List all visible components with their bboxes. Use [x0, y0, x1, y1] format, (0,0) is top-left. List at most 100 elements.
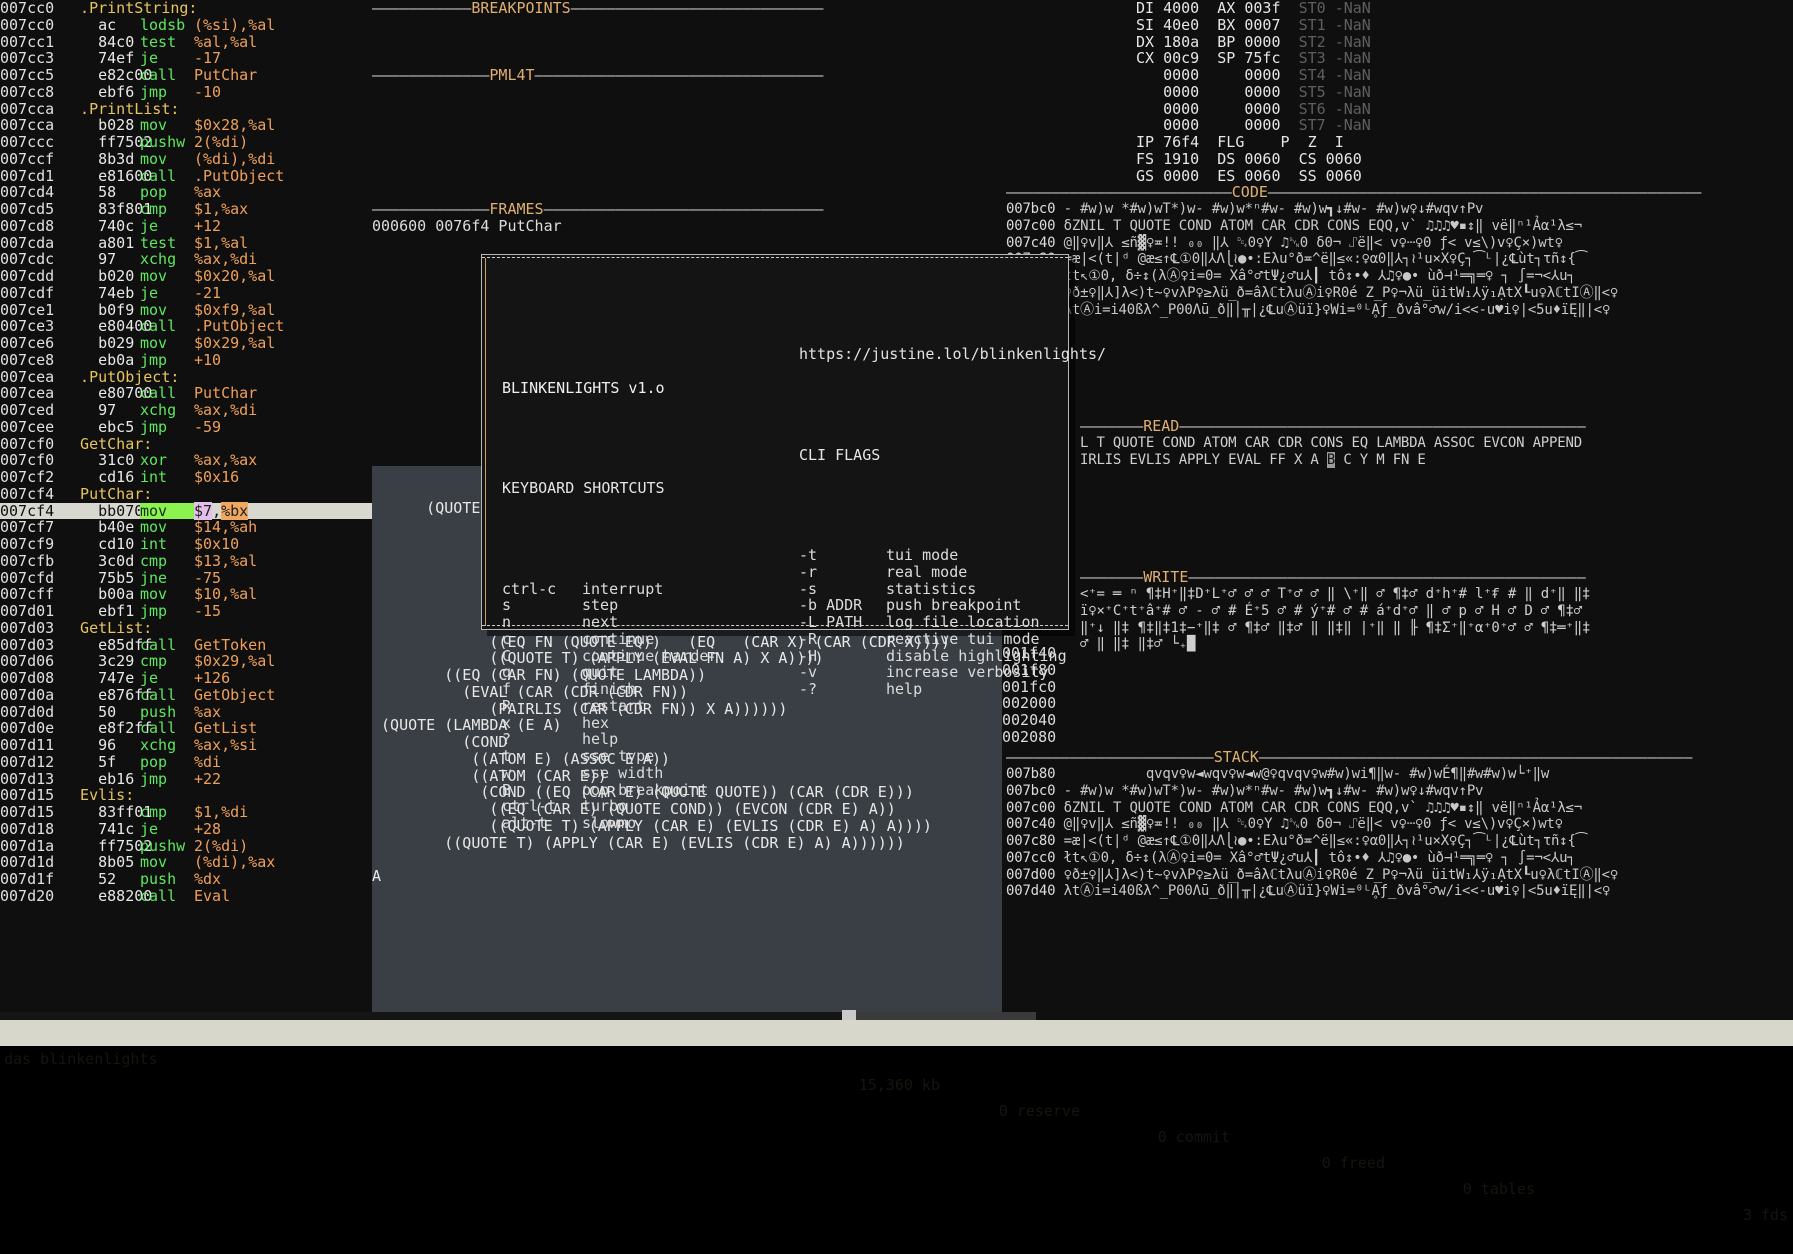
frames-label: FRAMES	[489, 200, 543, 218]
disasm-line[interactable]: 007d20 e88200callEval	[0, 888, 372, 905]
help-flag-name: -s	[799, 581, 886, 598]
register-row: 0000 0000 ST5 -NaN	[1006, 84, 1371, 101]
disasm-line[interactable]: 007d12 5fpop%di	[0, 754, 372, 771]
disasm-current-line[interactable]: 007cf4 bb0700mov$7,%bx	[0, 503, 372, 520]
disasm-line[interactable]: 007d03 e85dffcallGetToken	[0, 637, 372, 654]
memory-row: IRLIS EVLIS APPLY EVAL FF X A B C Y M FN…	[1080, 452, 1582, 469]
read-divider: ———————READ—————————————————————————————…	[1080, 418, 1586, 435]
disasm-line[interactable]: 007cd5 83f801cmp$1,%ax	[0, 201, 372, 218]
disasm-label-line[interactable]: 007cea .PutObject:	[0, 369, 372, 386]
help-shortcut-key: ctrl-t	[502, 798, 582, 815]
memory-row: 007c00 δZNIL T QUOTE COND ATOM CAR CDR C…	[1006, 800, 1618, 817]
disasm-label-line[interactable]: 007d03 GetList:	[0, 620, 372, 637]
disasm-line[interactable]: 007d18 741cje+28	[0, 821, 372, 838]
help-flag-row: -?help	[799, 681, 1106, 698]
help-flags-list: -ttui mode-rreal mode-sstatistics-b ADDR…	[799, 547, 1106, 698]
disasm-line[interactable]: 007d11 96xchg%ax,%si	[0, 737, 372, 754]
disasm-line[interactable]: 007cf2 cd16int$0x16	[0, 469, 372, 486]
breakpoints-divider: ———————————BREAKPOINTS——————————————————…	[372, 0, 824, 17]
disasm-scroll-trough[interactable]	[0, 1012, 845, 1020]
disasm-line[interactable]: 007ce1 b0f9mov$0xf9,%al	[0, 302, 372, 319]
help-shortcut-row: ctrl-tturbo	[502, 798, 1060, 815]
disasm-line[interactable]: 007ce3 e80400call.PutObject	[0, 318, 372, 335]
mid-scroll-trough[interactable]	[856, 1012, 1036, 1020]
help-url[interactable]: https://justine.lol/blinkenlights/	[799, 346, 1106, 363]
disasm-label-line[interactable]: 007cf4 PutChar:	[0, 486, 372, 503]
disasm-line[interactable]: 007ce6 b029mov$0x29,%al	[0, 335, 372, 352]
help-shortcut-desc: slowmo	[582, 814, 636, 832]
disasm-line[interactable]: 007cd1 e81600call.PutObject	[0, 168, 372, 185]
disasm-line[interactable]: 007d1a ff7502pushw2(%di)	[0, 838, 372, 855]
segment-register-row: GS 0000 ES 0060 SS 0060	[1006, 168, 1371, 185]
register-row-ip: IP 76f4 FLG P Z I	[1006, 134, 1371, 151]
disasm-line[interactable]: 007cd4 58pop%ax	[0, 184, 372, 201]
disasm-line[interactable]: 007ce8 eb0ajmp+10	[0, 352, 372, 369]
disasm-line[interactable]: 007cdf 74ebje-21	[0, 285, 372, 302]
disasm-line[interactable]: 007cdd b020mov$0x20,%al	[0, 268, 372, 285]
memory-row: ♂ ‖ ‖‡ ‖‡♂ └₊█	[1080, 636, 1590, 653]
disasm-line[interactable]: 007cee ebc5jmp-59	[0, 419, 372, 436]
disasm-line[interactable]: 007cfb 3c0dcmp$13,%al	[0, 553, 372, 570]
register-row: DI 4000 AX 003f ST0 -NaN	[1006, 0, 1371, 17]
disasm-line[interactable]: 007d15 83ff01cmp$1,%di	[0, 804, 372, 821]
memory-row: 007bc0 - #w)w *#w)wT*)w- #w)w*ⁿ#w- #w)w┓…	[1006, 783, 1618, 800]
disasm-line[interactable]: 007d08 747eje+126	[0, 670, 372, 687]
help-flags-heading: CLI FLAGS	[799, 447, 1106, 464]
disasm-line[interactable]: 007d0a e876ffcallGetObject	[0, 687, 372, 704]
disasm-line[interactable]: 007d13 eb16jmp+22	[0, 771, 372, 788]
help-flag-desc: tui mode	[886, 546, 958, 564]
disasm-line[interactable]: 007d1f 52push%dx	[0, 871, 372, 888]
help-flag-row: -rreal mode	[799, 564, 1106, 581]
help-shortcut-row: tsse type	[502, 748, 1060, 765]
help-flag-row: -Hdisable highlighting	[799, 648, 1106, 665]
disasm-line[interactable]: 007cda a801test$1,%al	[0, 235, 372, 252]
register-row: CX 00c9 SP 75fc ST3 -NaN	[1006, 50, 1371, 67]
disasm-line[interactable]: 007cc8 ebf6jmp-10	[0, 84, 372, 101]
memory-row: 007d40 λtⒶi=i40ßλ^_P00Λū_ð‖│╥|¿℄uⒶüï}♀W…	[1006, 883, 1618, 900]
disasm-label-line[interactable]: 007cf0 GetChar:	[0, 436, 372, 453]
disasm-line[interactable]: 007d0d 50push%ax	[0, 704, 372, 721]
disasm-line[interactable]: 007d0e e8f2ffcallGetList	[0, 720, 372, 737]
disasm-line[interactable]: 007d01 ebf1jmp-15	[0, 603, 372, 620]
disasm-line[interactable]: 007ced 97xchg%ax,%di	[0, 402, 372, 419]
disasm-line[interactable]: 007d06 3c29cmp$0x29,%al	[0, 653, 372, 670]
disasm-line[interactable]: 007cc1 84c0test%al,%al	[0, 34, 372, 51]
disasm-label-line[interactable]: 007d15 Evlis:	[0, 787, 372, 804]
disasm-line[interactable]: 007cd8 740cje+12	[0, 218, 372, 235]
disasm-line[interactable]: 007cc3 74efje-17	[0, 50, 372, 67]
disasm-line[interactable]: 007cff b00amov$10,%al	[0, 586, 372, 603]
help-shortcut-row: ?help	[502, 731, 1060, 748]
disasm-line[interactable]: 007cc5 e82c00callPutChar	[0, 67, 372, 84]
frames-divider: —————————————FRAMES—————————————————————…	[372, 201, 824, 218]
write-label: WRITE	[1143, 568, 1188, 586]
disasm-line[interactable]: 007cfd 75b5jne-75	[0, 570, 372, 587]
pml4t-label: PML4T	[489, 66, 534, 84]
help-shortcut-desc: continue harder	[582, 647, 717, 665]
disasm-label-line[interactable]: 007cc0 .PrintString:	[0, 0, 372, 17]
status-reserve: 0 reserve	[960, 1098, 1080, 1124]
help-flag-desc: log file location	[886, 613, 1040, 631]
disasm-line[interactable]: 007ccc ff7502pushw2(%di)	[0, 134, 372, 151]
help-shortcut-row: alt-tslowmo	[502, 815, 1060, 832]
help-shortcut-key: n	[502, 614, 582, 631]
disassembly-pane[interactable]: 007cc0 .PrintString:007cc0 aclodsb(%si),…	[0, 0, 372, 1020]
disasm-line[interactable]: 007ccf 8b3dmov(%di),%di	[0, 151, 372, 168]
register-row: 0000 0000 ST6 -NaN	[1006, 101, 1371, 118]
disasm-line[interactable]: 007d1d 8b05mov(%di),%ax	[0, 854, 372, 871]
help-flag-row: -b ADDRpush breakpoint	[799, 597, 1106, 614]
disasm-line[interactable]: 007cca b028mov$0x28,%al	[0, 117, 372, 134]
disasm-line[interactable]: 007cf9 cd10int$0x10	[0, 536, 372, 553]
help-flag-row: -L PATHlog file location	[799, 614, 1106, 631]
memory-row: ‖⁺↓ ‖‡ ¶‡‖‡1‡−⁺‖‡ ♂ ¶‡♂ ‖‡♂ ‖ ‖‡‖ |⁺‖ ‖ …	[1080, 620, 1590, 637]
disasm-label-line[interactable]: 007cca .PrintList:	[0, 101, 372, 118]
disasm-scroll-thumb[interactable]	[842, 1010, 856, 1020]
disasm-line[interactable]: 007cc0 aclodsb(%si),%al	[0, 17, 372, 34]
disasm-line[interactable]: 007cf0 31c0xor%ax,%ax	[0, 452, 372, 469]
help-shortcut-key: s	[502, 597, 582, 614]
disasm-line[interactable]: 007cea e80700callPutChar	[0, 385, 372, 402]
disasm-line[interactable]: 007cdc 97xchg%ax,%di	[0, 251, 372, 268]
help-dialog[interactable]: BLINKENLIGHTS v1.o KEYBOARD SHORTCUTS ct…	[481, 254, 1069, 630]
status-fds: 3 fds	[1670, 1202, 1788, 1228]
disasm-line[interactable]: 007cf7 b40emov$14,%ah	[0, 519, 372, 536]
memory-row: 007c80 =æ|<(t|ᵈ @æ≤↑℄①0‖⅄Λ⎩≀●•:Ελu°ð≖^ë‖…	[1006, 833, 1618, 850]
